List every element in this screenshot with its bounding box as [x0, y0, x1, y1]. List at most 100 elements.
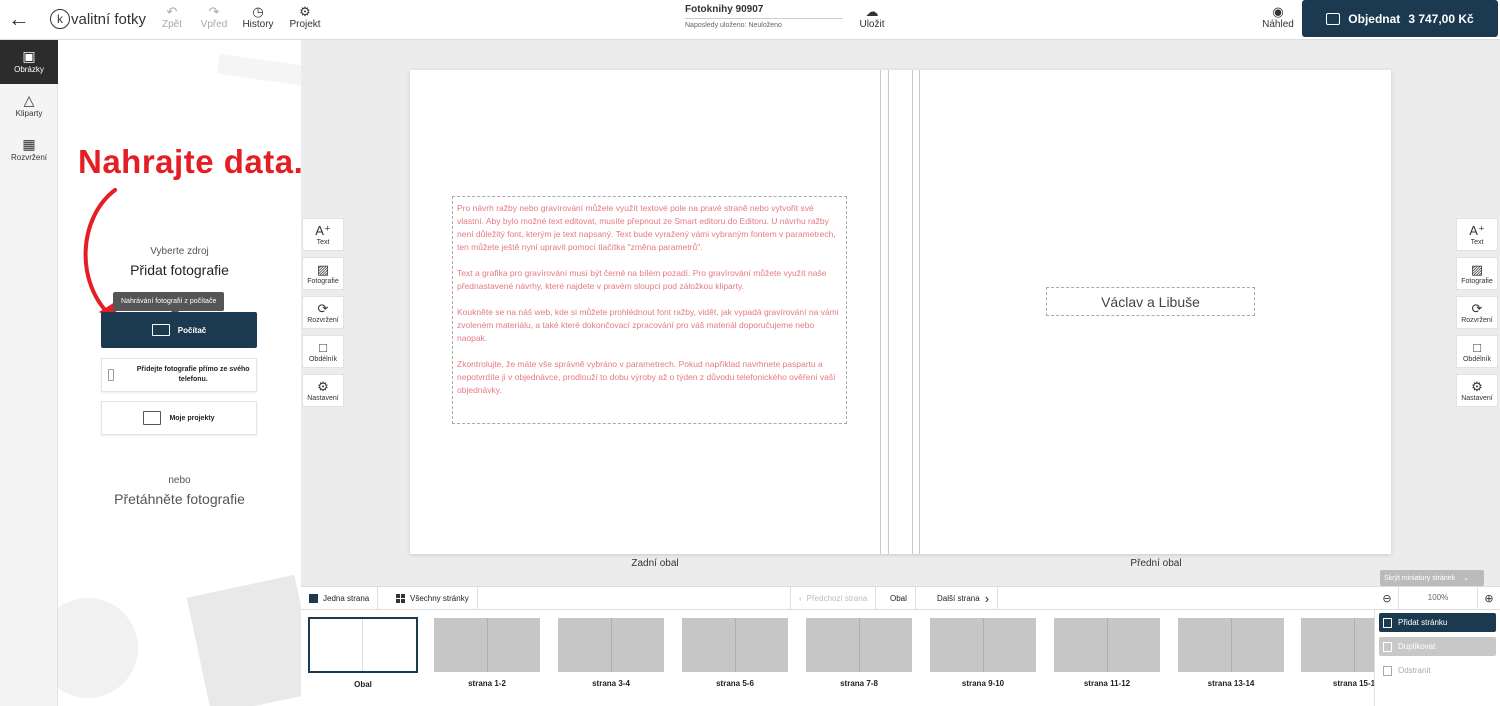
top-bar: ← k valitní fotky ↶ Zpět ↷ Vpřed ◷ Histo… [0, 0, 1500, 40]
preview-label: Náhled [1262, 19, 1294, 30]
settings-tool[interactable]: ⚙ Nastavení [302, 374, 344, 407]
thumbnail-page[interactable]: strana 7-8 [806, 618, 912, 688]
source-title: Přidat fotografie [130, 262, 229, 278]
chevron-left-icon: ‹ [799, 593, 802, 603]
back-cover-label: Zadní obal [631, 558, 679, 569]
rail-item-label: Obrázky [14, 65, 44, 74]
add-photo-tool[interactable]: ▨ Fotografie [302, 257, 344, 290]
save-label: Uložit [859, 19, 885, 30]
order-button[interactable]: Objednat 3 747,00 Kč [1302, 0, 1498, 37]
thumbnail-page[interactable]: strana 11-12 [1054, 618, 1160, 688]
chevron-right-icon: › [984, 590, 990, 606]
tool-label: Obdélník [1462, 356, 1492, 363]
thumbnail-image [930, 618, 1036, 672]
order-label: Objednat [1348, 11, 1401, 26]
single-page-icon [309, 593, 318, 603]
thumbnail-label: strana 7-8 [840, 679, 878, 688]
remove-page-button[interactable]: Odstranit [1379, 661, 1496, 680]
rectangle-tool[interactable]: □ Obdélník [1456, 335, 1498, 368]
remove-page-icon [1383, 665, 1392, 676]
thumbnail-strip: Obal strana 1-2 strana 3-4 strana 5-6 st… [301, 610, 1500, 706]
shapes-icon: △ [23, 92, 35, 108]
previous-page-label: Předchozí strana [806, 593, 868, 603]
thumbnail-page[interactable]: strana 5-6 [682, 618, 788, 688]
hide-thumbnails-button[interactable]: Skrýt miniatury stránek ⌄ [1380, 570, 1484, 586]
drag-drop-zone[interactable]: Přetáhněte fotografie [58, 491, 301, 507]
add-text-tool[interactable]: A⁺ Text [1456, 218, 1498, 251]
redo-button[interactable]: ↷ Vpřed [194, 4, 234, 30]
thumbnail-image [682, 618, 788, 672]
add-page-button[interactable]: Přidat stránku [1379, 613, 1496, 632]
folder-icon [143, 411, 162, 425]
current-page-indicator: Obal [882, 587, 916, 609]
zoom-out-icon[interactable]: ⊖ [1376, 592, 1398, 605]
back-arrow-icon[interactable]: ← [8, 6, 30, 32]
photo-plus-icon: ▨ [316, 262, 330, 277]
document-title[interactable]: Fotoknihy 90907 [685, 4, 843, 19]
cover-spread[interactable]: Pro návrh ražby nebo gravírování můžete … [410, 70, 1391, 554]
thumbnail-image [806, 618, 912, 672]
left-toolbar: A⁺ Text ▨ Fotografie ⟳ Rozvržení □ Obdélník … [302, 218, 344, 413]
my-projects-button[interactable]: Moje projekty [101, 401, 257, 435]
cloud-icon: ☁ [865, 4, 879, 19]
duplicate-icon [1383, 641, 1392, 652]
previous-page-button[interactable]: ‹ Předchozí strana [790, 587, 877, 609]
tool-label: Fotografie [307, 278, 339, 285]
thumbnail-page[interactable]: strana 15-1 [1301, 618, 1374, 688]
tooltip: Nahrávání fotografií z počítače [113, 292, 225, 315]
images-panel: Nahrajte data. Vyberte zdroj Přidat foto… [58, 40, 301, 706]
save-button[interactable]: ☁ Uložit [852, 4, 892, 30]
front-cover-textbox[interactable]: Václav a Libuše [1046, 287, 1255, 316]
rail-item-images[interactable]: ▣ Obrázky [0, 40, 64, 84]
undo-label: Zpět [161, 19, 182, 30]
layout-icon: ▦ [22, 136, 36, 152]
zoom-in-icon[interactable]: ⊕ [1478, 592, 1500, 605]
save-status-value: Neuloženo [748, 22, 782, 29]
grid-icon [396, 593, 405, 603]
add-text-tool[interactable]: A⁺ Text [302, 218, 344, 251]
zoom-value[interactable]: 100% [1398, 587, 1478, 609]
redo-label: Vpřed [200, 19, 228, 30]
rail-item-cliparts[interactable]: △ Kliparty [0, 84, 58, 128]
thumbnail-page[interactable]: strana 3-4 [558, 618, 664, 688]
upload-phone-button[interactable]: Přidejte fotografie přímo ze svého telef… [101, 358, 257, 392]
thumbnail-cover[interactable]: Obal [308, 617, 418, 689]
annotation-text: Nahrajte data. [78, 143, 301, 180]
upload-computer-label: Počítač [177, 325, 207, 335]
tool-label: Obdélník [308, 356, 338, 363]
next-page-button[interactable]: Další strana › [929, 587, 999, 609]
logo[interactable]: k valitní fotky [50, 9, 146, 29]
front-cover-label: Přední obal [1130, 558, 1182, 569]
history-button[interactable]: ◷ History [238, 4, 278, 30]
layout-tool[interactable]: ⟳ Rozvržení [1456, 296, 1498, 329]
thumbnail-image [1178, 618, 1284, 672]
thumbnail-page[interactable]: strana 9-10 [930, 618, 1036, 688]
settings-tool[interactable]: ⚙ Nastavení [1456, 374, 1498, 407]
square-icon: □ [1473, 340, 1481, 355]
single-page-button[interactable]: Jedna strana [301, 587, 379, 609]
decorative-avatar [58, 598, 138, 698]
rectangle-tool[interactable]: □ Obdélník [302, 335, 344, 368]
monitor-icon [151, 324, 170, 336]
layout-tool[interactable]: ⟳ Rozvržení [302, 296, 344, 329]
preview-button[interactable]: ◉ Náhled [1256, 4, 1300, 30]
gear-icon: ⚙ [299, 4, 311, 19]
upload-computer-button[interactable]: Počítač [101, 312, 257, 348]
project-button[interactable]: ⚙ Projekt [285, 4, 325, 30]
all-pages-button[interactable]: Všechny stránky [388, 587, 478, 609]
thumbnail-label: strana 3-4 [592, 679, 630, 688]
undo-button[interactable]: ↶ Zpět [152, 4, 192, 30]
gears-icon: ⚙ [317, 379, 329, 394]
add-photo-tool[interactable]: ▨ Fotografie [1456, 257, 1498, 290]
gears-icon: ⚙ [1471, 379, 1483, 394]
tool-label: Text [1470, 239, 1484, 246]
thumbnail-label: strana 1-2 [468, 679, 506, 688]
back-cover-textbox[interactable]: Pro návrh ražby nebo gravírování můžete … [452, 196, 847, 424]
rail-item-layouts[interactable]: ▦ Rozvržení [0, 128, 58, 172]
spine-line [880, 70, 881, 554]
decorative-shape [217, 53, 301, 87]
thumbnail-page[interactable]: strana 1-2 [434, 618, 540, 688]
text-plus-icon: A⁺ [315, 223, 331, 238]
duplicate-page-button[interactable]: Duplikovat [1379, 637, 1496, 656]
thumbnail-page[interactable]: strana 13-14 [1178, 618, 1284, 688]
